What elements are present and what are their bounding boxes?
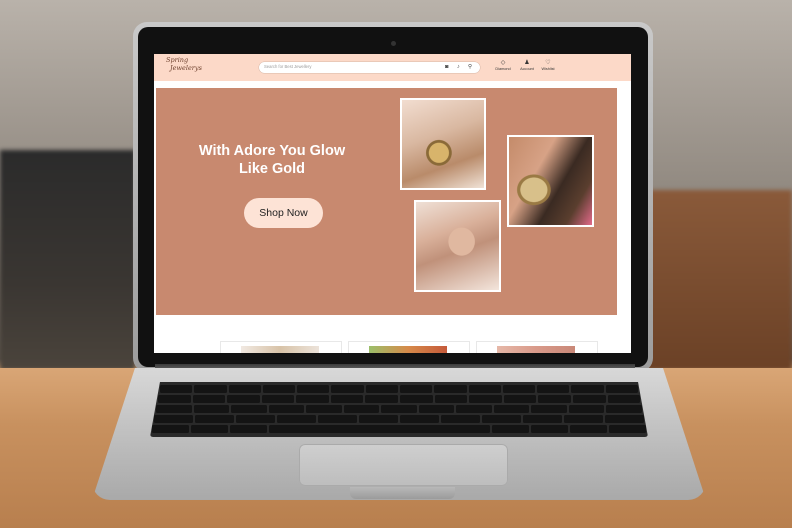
product-card[interactable] (348, 341, 470, 353)
heart-icon: ♡ (545, 60, 551, 66)
shop-now-button[interactable]: Shop Now (244, 198, 323, 228)
key-row (158, 395, 641, 403)
site-logo[interactable]: Spring Jewelerys (166, 56, 202, 72)
hero-title: With Adore You Glow Like Gold (198, 143, 346, 177)
hero-image-earrings (507, 135, 594, 227)
nav-account-label: Account (520, 67, 534, 71)
site-header: Spring Jewelerys Search for Best Jewelle… (154, 54, 631, 81)
background-cabinet (0, 150, 135, 480)
microphone-icon[interactable]: ♪ (457, 64, 460, 71)
product-card[interactable] (220, 341, 342, 353)
nav-diamond-label: Diamond (495, 67, 511, 71)
laptop-lip (350, 487, 455, 499)
logo-line1: Spring (166, 56, 189, 64)
background-shelf (642, 190, 792, 370)
key-row (156, 405, 642, 413)
camera-icon[interactable]: ◙ (445, 64, 448, 71)
key-row (160, 385, 638, 393)
search-icon[interactable]: ⚲ (468, 64, 472, 71)
key-row (152, 425, 646, 433)
diamond-icon: ◇ (500, 60, 506, 66)
hero-image-rings (414, 200, 501, 292)
laptop-screen: Spring Jewelerys Search for Best Jewelle… (154, 54, 631, 353)
webcam (391, 41, 396, 46)
product-card[interactable] (476, 341, 598, 353)
product-card-row (154, 341, 631, 353)
search-bar[interactable]: Search for Best Jewellery ◙ ♪ ⚲ (259, 62, 480, 73)
keyboard (150, 382, 648, 437)
hero-banner: With Adore You Glow Like Gold Shop Now (156, 88, 617, 315)
key-row (154, 415, 644, 423)
nav-diamond[interactable]: ◇ Diamond (491, 60, 515, 71)
hero-image-necklace (400, 98, 486, 190)
search-input[interactable]: Search for Best Jewellery (264, 64, 311, 69)
logo-line2: Jewelerys (170, 63, 202, 72)
nav-wishlist-label: Wishlist (541, 67, 555, 71)
nav-wishlist[interactable]: ♡ Wishlist (536, 60, 560, 71)
trackpad (299, 444, 508, 486)
